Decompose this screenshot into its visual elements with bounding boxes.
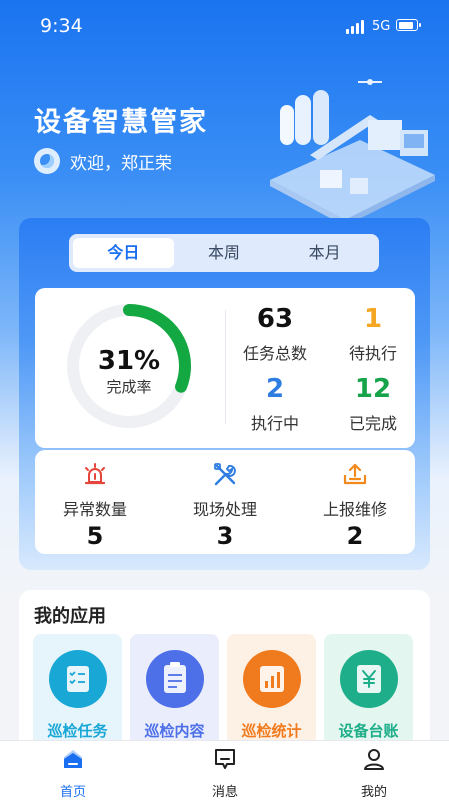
- tabbar-home-label: 首页: [59, 785, 86, 800]
- app-title: 设备智慧管家: [34, 107, 208, 138]
- tab-today[interactable]: 今日: [73, 238, 174, 268]
- status-bar: 9:34 5G: [0, 0, 449, 56]
- bar-chart-icon: [259, 666, 284, 692]
- stat-in-progress-label: 执行中: [250, 414, 299, 433]
- app-inspection-task-label: 巡检任务: [47, 722, 108, 740]
- welcome-text: 欢迎，郑正荣: [70, 153, 172, 174]
- message-icon: [215, 749, 235, 769]
- tab-week[interactable]: 本周: [174, 238, 275, 268]
- app-inspection-content[interactable]: 巡检内容: [130, 634, 219, 746]
- factory-illustration: [270, 79, 435, 226]
- issue-report-repair-label: 上报维修: [322, 500, 387, 519]
- stat-completed-value: 12: [354, 374, 392, 404]
- network-type: 5G: [372, 19, 391, 34]
- issues-panel: 异常数量 5 现场处理 3 上报维修 2: [35, 450, 415, 554]
- bottom-tab-bar: 首页 消息 我的: [0, 740, 449, 800]
- app-icon-circle: [339, 650, 398, 708]
- signal-icon: [346, 20, 368, 34]
- app-inspection-task[interactable]: 巡检任务: [33, 634, 122, 746]
- home-icon: [64, 750, 82, 768]
- welcome-row: 欢迎，郑正荣: [34, 148, 172, 174]
- issue-abnormal-label: 异常数量: [62, 500, 127, 519]
- user-icon: [364, 749, 384, 770]
- clipboard-icon: [163, 662, 186, 693]
- apps-title: 我的应用: [34, 606, 106, 627]
- yuan-icon: [356, 665, 381, 693]
- issue-report-repair[interactable]: 上报维修 2: [295, 462, 415, 550]
- tabbar-profile-label: 我的: [360, 785, 387, 800]
- stat-completed-label: 已完成: [348, 414, 397, 433]
- app-inspection-stats-label: 巡检统计: [241, 722, 302, 740]
- app-equipment-ledger-label: 设备台账: [338, 722, 399, 740]
- tabbar-messages-label: 消息: [211, 785, 238, 800]
- avatar[interactable]: [34, 148, 60, 174]
- stat-in-progress[interactable]: 2 执行中: [225, 372, 325, 434]
- app-inspection-stats[interactable]: 巡检统计: [227, 634, 316, 746]
- status-time: 9:34: [40, 15, 83, 37]
- stat-completed[interactable]: 12 已完成: [323, 372, 423, 434]
- completion-label: 完成率: [106, 378, 152, 396]
- battery-icon: [396, 19, 421, 31]
- checklist-icon: [66, 666, 89, 692]
- period-tabs: 今日 本周 本月: [69, 234, 379, 272]
- tools-icon: [214, 463, 236, 486]
- app-icon-circle: [145, 650, 204, 708]
- completion-rate: 31%: [97, 346, 161, 376]
- tabbar-home[interactable]: 首页: [33, 747, 113, 800]
- issue-abnormal[interactable]: 异常数量 5: [35, 462, 155, 550]
- app-equipment-ledger[interactable]: 设备台账: [324, 634, 413, 746]
- my-apps-card: 我的应用 巡检任务 巡检内容 巡检统计 设备台账: [19, 590, 430, 760]
- stat-total-label: 任务总数: [242, 344, 307, 363]
- tab-month[interactable]: 本月: [274, 238, 375, 268]
- stat-pending-label: 待执行: [348, 344, 397, 363]
- issue-onsite-label: 现场处理: [192, 500, 257, 519]
- issue-abnormal-value: 5: [86, 522, 104, 550]
- stats-card: 今日 本周 本月 31% 完成率 63 任务总数 1 待执行 2 执行中 12 …: [19, 218, 430, 570]
- stat-pending-value: 1: [363, 304, 383, 334]
- stat-pending[interactable]: 1 待执行: [323, 302, 423, 364]
- tabbar-messages[interactable]: 消息: [185, 747, 265, 800]
- upload-tray-icon: [343, 463, 367, 485]
- issue-report-repair-value: 2: [346, 522, 364, 550]
- task-summary-panel: 31% 完成率 63 任务总数 1 待执行 2 执行中 12 已完成: [35, 288, 415, 448]
- app-icon-circle: [48, 650, 107, 708]
- alarm-light-icon: [84, 463, 106, 485]
- stat-in-progress-value: 2: [265, 374, 285, 404]
- stat-total-value: 63: [256, 304, 294, 334]
- tabbar-profile[interactable]: 我的: [334, 747, 414, 800]
- stat-total[interactable]: 63 任务总数: [225, 302, 325, 364]
- issue-onsite[interactable]: 现场处理 3: [165, 462, 285, 550]
- issue-onsite-value: 3: [216, 522, 234, 550]
- app-icon-circle: [242, 650, 301, 708]
- app-inspection-content-label: 巡检内容: [144, 722, 205, 740]
